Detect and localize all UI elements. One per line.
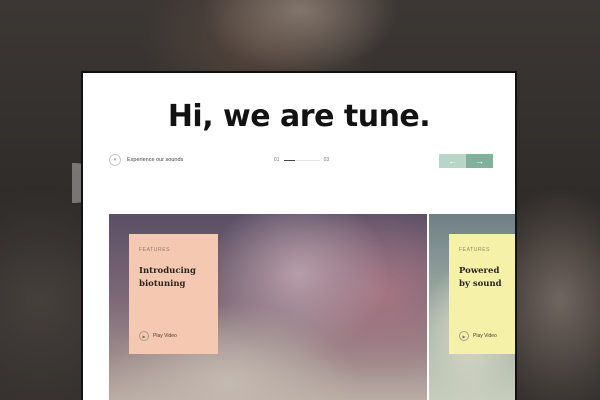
play-video-button[interactable]: ▶ Play Video [459, 331, 497, 341]
page-title: Hi, we are tune. [167, 99, 431, 134]
card-title: Introducing biotuning [139, 266, 196, 289]
play-icon: ▶ [459, 331, 469, 341]
pager-progress-fill [283, 159, 296, 161]
play-video-label: Play Video [473, 333, 497, 339]
card-tag: FEATURES [459, 247, 491, 253]
card-tag: FEATURES [139, 247, 171, 253]
play-icon: ▶ [139, 331, 149, 341]
pager-current: 01 [274, 157, 280, 163]
feature-slider: FEATURES Introducing biotuning ▶ Play Vi… [109, 214, 515, 400]
feature-card[interactable]: FEATURES Introducing biotuning ▶ Play Vi… [129, 234, 218, 354]
prev-slide-button[interactable]: ← [439, 154, 466, 168]
slide-pager: 01 03 [274, 157, 329, 163]
play-video-button[interactable]: ▶ Play Video [139, 331, 177, 341]
play-video-label: Play Video [153, 333, 177, 339]
explore-label: Experience our sounds [127, 157, 184, 163]
arrow-left-icon: ← [448, 155, 457, 166]
slide-powered-by-sound[interactable]: FEATURES Powered by sound ▶ Play Video [429, 214, 515, 400]
main-panel: Hi, we are tune. ▾ Experience our sounds… [83, 73, 515, 400]
slider-arrows: ← → [439, 154, 493, 168]
arrow-right-icon: → [475, 155, 484, 166]
feature-card[interactable]: FEATURES Powered by sound ▶ Play Video [449, 234, 515, 354]
arrow-down-icon: ▾ [109, 154, 121, 166]
pager-total: 03 [323, 157, 330, 163]
next-slide-button[interactable]: → [466, 154, 493, 168]
pager-progress-track [283, 159, 320, 161]
card-title: Powered by sound [459, 266, 502, 289]
explore-link[interactable]: ▾ Experience our sounds [109, 154, 183, 166]
slide-biotuning[interactable]: FEATURES Introducing biotuning ▶ Play Vi… [109, 214, 427, 400]
